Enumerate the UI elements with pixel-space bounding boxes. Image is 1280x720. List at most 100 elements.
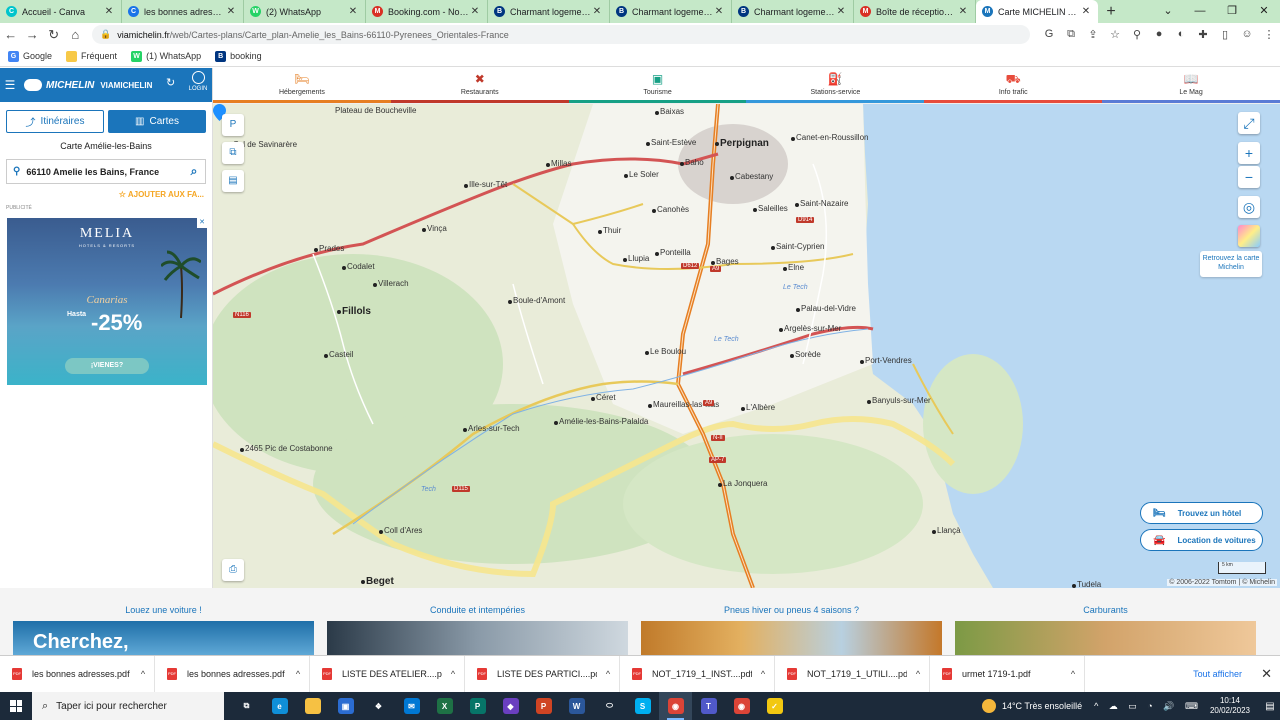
location-search-input[interactable]: ⚲ 66110 Amelie les Bains, France ⌕ bbox=[6, 159, 206, 184]
map-place-label[interactable]: Banyuls-sur-Mer bbox=[872, 396, 931, 405]
extension2-icon[interactable]: ◐ bbox=[1170, 28, 1192, 41]
tab-search-icon[interactable]: ⌄ bbox=[1152, 0, 1184, 23]
chevron-up-icon[interactable]: ^ bbox=[132, 669, 154, 679]
map-place-label[interactable]: 2465 Pic de Costabonne bbox=[245, 444, 333, 453]
map-place-label[interactable]: Prades bbox=[319, 244, 344, 253]
map-place-label[interactable]: Elne bbox=[788, 263, 804, 272]
layers-icon[interactable]: ⧉ bbox=[222, 142, 244, 164]
map-place-label[interactable]: Tudela bbox=[1077, 580, 1101, 588]
map-place-label[interactable]: Arles-sur-Tech bbox=[468, 424, 520, 433]
map-place-label[interactable]: Saleilles bbox=[758, 204, 788, 213]
tab-close-icon[interactable]: ✕ bbox=[591, 6, 603, 17]
print-icon[interactable]: ⎙ bbox=[222, 559, 244, 581]
promo-title[interactable]: Pneus hiver ou pneus 4 saisons ? bbox=[641, 588, 942, 621]
melia-ad-banner[interactable]: MELIA HOTELS & RESORTS Canarias Hasta -2… bbox=[7, 218, 207, 385]
zoom-icon[interactable]: ⚲ bbox=[1126, 28, 1148, 41]
reload-icon[interactable]: ↻ bbox=[43, 27, 65, 43]
taskbar-app-norton[interactable]: ✓ bbox=[758, 692, 791, 720]
taskbar-app-publisher[interactable]: P bbox=[461, 692, 494, 720]
promo-image[interactable] bbox=[641, 621, 942, 655]
promo-card[interactable]: Pneus hiver ou pneus 4 saisons ? bbox=[641, 588, 942, 655]
promo-card[interactable]: Louez une voiture ! Cherchez, bbox=[13, 588, 314, 655]
michelin-logo[interactable]: MICHELIN VIAMICHELIN bbox=[24, 79, 152, 91]
bookmark-item[interactable]: Bbooking bbox=[215, 50, 262, 62]
taskbar-app-teams[interactable]: T bbox=[692, 692, 725, 720]
map-place-label[interactable]: Thuir bbox=[603, 226, 621, 235]
download-item[interactable]: PDF NOT_1719_1_UTILI....pdf ^ bbox=[775, 655, 930, 693]
map-place-label[interactable]: Céret bbox=[596, 393, 616, 402]
hamburger-icon[interactable]: ☰ bbox=[0, 78, 20, 92]
promo-image[interactable] bbox=[327, 621, 628, 655]
tab-close-icon[interactable]: ✕ bbox=[713, 6, 725, 17]
download-item[interactable]: PDF les bonnes adresses.pdf ^ bbox=[155, 655, 310, 693]
login-button[interactable]: LOGIN bbox=[186, 71, 210, 92]
taskbar-app-store[interactable]: ▣ bbox=[329, 692, 362, 720]
find-hotel-button[interactable]: 🛏 Trouvez un hôtel bbox=[1140, 502, 1263, 524]
map-type-icon[interactable]: ▤ bbox=[222, 170, 244, 192]
ad-close-icon[interactable]: ✕ bbox=[197, 218, 207, 228]
address-bar[interactable]: 🔒 viamichelin.fr/web/Cartes-plans/Carte_… bbox=[92, 25, 1031, 44]
sidepanel-icon[interactable]: ▯ bbox=[1214, 28, 1236, 41]
map-place-label[interactable]: Le Soler bbox=[629, 170, 659, 179]
car-rental-button[interactable]: 🚘 Location de voitures bbox=[1140, 529, 1263, 551]
map-place-label[interactable]: Villerach bbox=[378, 279, 409, 288]
map-place-label[interactable]: Vinça bbox=[427, 224, 447, 233]
map-place-label[interactable]: Perpignan bbox=[720, 138, 769, 149]
fullscreen-icon[interactable]: ⤢ bbox=[1238, 112, 1260, 134]
google-lens-icon[interactable]: G bbox=[1038, 28, 1060, 41]
taskbar-app-edge[interactable]: e bbox=[263, 692, 296, 720]
new-tab-button[interactable]: + bbox=[1098, 0, 1124, 23]
browser-tab[interactable]: C Accueil - Canva ✕ bbox=[0, 0, 122, 23]
taskbar-app-powerpoint[interactable]: P bbox=[527, 692, 560, 720]
map-place-label[interactable]: Coll d'Ares bbox=[384, 526, 422, 535]
retrouvez-carte-link[interactable]: Retrouvez la carte Michelin bbox=[1200, 251, 1262, 277]
tab-close-icon[interactable]: ✕ bbox=[1080, 6, 1092, 17]
map-place-label[interactable]: Ponteilla bbox=[660, 248, 691, 257]
promo-title[interactable]: Carburants bbox=[955, 588, 1256, 621]
taskbar-app-excel[interactable]: X bbox=[428, 692, 461, 720]
category-book[interactable]: 📖 Le Mag bbox=[1102, 68, 1280, 103]
map-place-label[interactable]: Cabestany bbox=[735, 172, 773, 181]
locate-icon[interactable]: ◎ bbox=[1238, 196, 1260, 218]
profile-icon[interactable]: ☺ bbox=[1236, 28, 1258, 41]
taskbar-app-dropbox[interactable]: ❖ bbox=[362, 692, 395, 720]
map-place-label[interactable]: Port-Vendres bbox=[865, 356, 912, 365]
download-item[interactable]: PDF NOT_1719_1_INST....pdf ^ bbox=[620, 655, 775, 693]
map-place-label[interactable]: Llançà bbox=[937, 526, 961, 535]
map-place-label[interactable]: L'Albère bbox=[746, 403, 775, 412]
home-icon[interactable]: ⌂ bbox=[65, 27, 87, 42]
browser-tab[interactable]: C les bonnes adresses - ✕ bbox=[122, 0, 244, 23]
promo-title[interactable]: Louez une voiture ! bbox=[13, 588, 314, 621]
minimize-icon[interactable]: — bbox=[1184, 0, 1216, 23]
taskbar-app-task-view[interactable]: ⧉ bbox=[230, 692, 263, 720]
map-place-label[interactable]: Saint-Cyprien bbox=[776, 242, 824, 251]
back-icon[interactable]: ← bbox=[0, 27, 22, 42]
clock[interactable]: 10:14 20/02/2023 bbox=[1210, 696, 1250, 716]
map-place-label[interactable]: Ille-sur-Têt bbox=[469, 180, 507, 189]
parking-icon[interactable]: P bbox=[222, 114, 244, 136]
map-place-label[interactable]: Bages bbox=[716, 257, 739, 266]
extension-icon[interactable]: ● bbox=[1148, 28, 1170, 41]
bookmark-item[interactable]: W (1) WhatsApp bbox=[131, 50, 201, 62]
close-window-icon[interactable]: ✕ bbox=[1248, 0, 1280, 23]
show-all-downloads[interactable]: Tout afficher bbox=[1193, 669, 1242, 679]
bookmark-item[interactable]: G Google bbox=[8, 50, 52, 62]
ad-cta-button[interactable]: ¡VIENES? bbox=[65, 358, 149, 374]
category-cutlery[interactable]: ✖ Restaurants bbox=[390, 68, 569, 103]
tab-close-icon[interactable]: ✕ bbox=[835, 6, 847, 17]
map-place-label[interactable]: Baixas bbox=[660, 107, 684, 116]
itineraires-button[interactable]: ⤴ Itinéraires bbox=[6, 110, 104, 133]
zoom-out-button[interactable]: − bbox=[1238, 166, 1260, 188]
chevron-up-icon[interactable]: ^ bbox=[907, 669, 929, 679]
search-icon[interactable]: ⌕ bbox=[183, 164, 205, 179]
category-tourism[interactable]: ▣ Tourisme bbox=[568, 68, 747, 103]
map-place-label[interactable]: Baho bbox=[685, 158, 704, 167]
browser-tab[interactable]: M Boîte de réception - j ✕ bbox=[854, 0, 976, 23]
map-place-label[interactable]: Codalet bbox=[347, 262, 375, 271]
promo-image[interactable] bbox=[955, 621, 1256, 655]
map-place-label[interactable]: Beget bbox=[366, 576, 394, 587]
taskbar-app-file-explorer[interactable] bbox=[296, 692, 329, 720]
promo-image[interactable]: Cherchez, bbox=[13, 621, 314, 655]
browser-tab[interactable]: M Booking.com - Nouve ✕ bbox=[366, 0, 488, 23]
start-button[interactable] bbox=[0, 692, 32, 720]
